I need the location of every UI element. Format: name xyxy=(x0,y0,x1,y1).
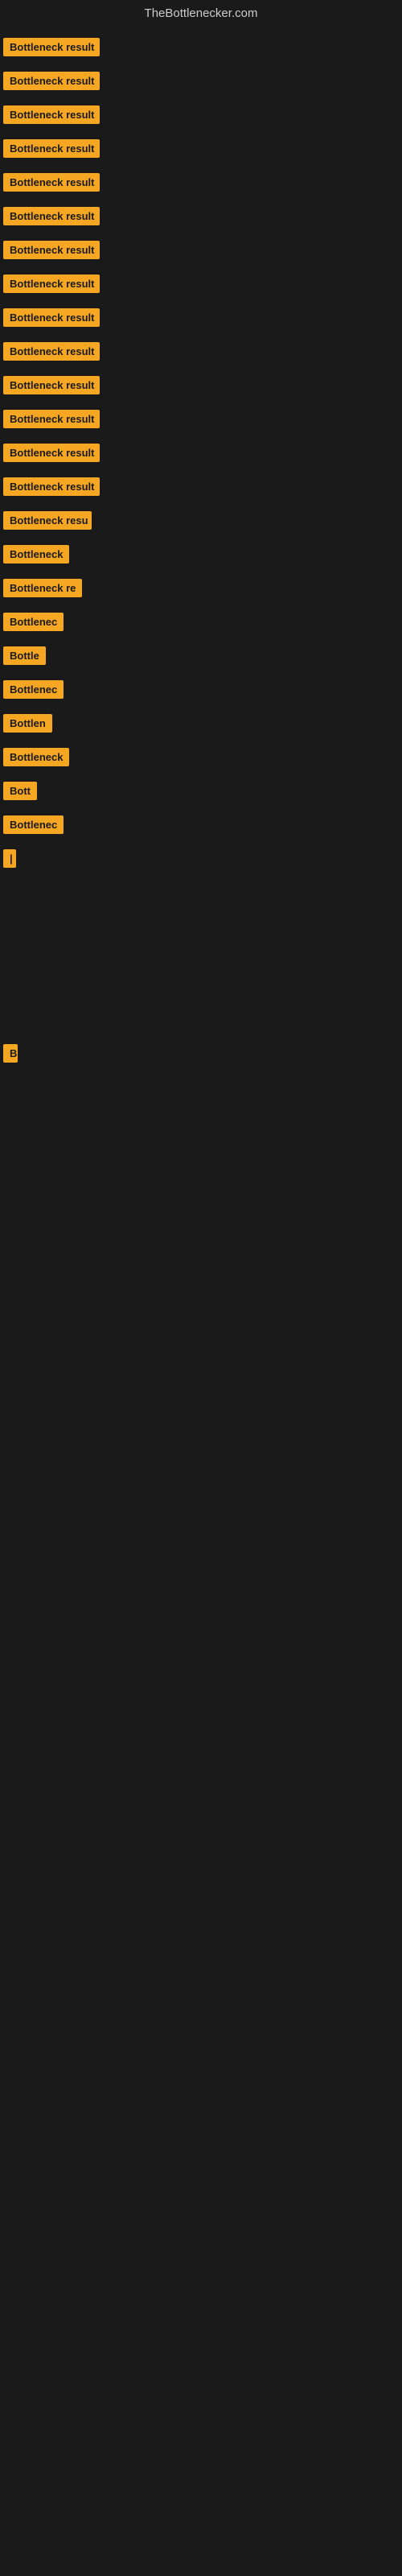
bottleneck-badge[interactable]: Bottleneck result xyxy=(3,241,100,259)
bottleneck-badge[interactable]: Bott xyxy=(3,782,37,800)
bottleneck-badge[interactable]: Bottleneck result xyxy=(3,173,100,192)
bottleneck-badge[interactable]: Bottleneck result xyxy=(3,410,100,428)
site-header: TheBottlenecker.com xyxy=(0,0,402,30)
list-item: Bottleneck xyxy=(0,540,402,572)
list-item: Bottleneck result xyxy=(0,439,402,471)
spacer-1 xyxy=(0,878,402,1039)
bottleneck-badge[interactable]: Bottleneck result xyxy=(3,342,100,361)
spacer-2 xyxy=(0,1071,402,1554)
bottleneck-badge[interactable]: Bottleneck result xyxy=(3,38,100,56)
list-item: Bottleneck re xyxy=(0,574,402,606)
bottleneck-badge[interactable]: Bottleneck re xyxy=(3,579,82,597)
list-item: Bott xyxy=(0,777,402,809)
bottleneck-badge[interactable]: Bottlenec xyxy=(3,815,64,834)
page-container: TheBottlenecker.com Bottleneck result Bo… xyxy=(0,0,402,1554)
list-item: Bottlenec xyxy=(0,675,402,708)
site-name: TheBottlenecker.com xyxy=(145,6,258,20)
bottleneck-badge[interactable]: Bottleneck xyxy=(3,748,69,766)
list-item: Bottleneck result xyxy=(0,134,402,167)
list-item: Bottleneck result xyxy=(0,337,402,369)
list-item: Bottleneck result xyxy=(0,371,402,403)
list-item: Bottlenec xyxy=(0,608,402,640)
list-item: Bottleneck result xyxy=(0,168,402,200)
bottleneck-badge[interactable]: Bottleneck xyxy=(3,545,69,564)
bottleneck-badge[interactable]: Bottleneck result xyxy=(3,308,100,327)
list-item: Bottleneck result xyxy=(0,473,402,505)
bottleneck-badge[interactable]: Bottlenec xyxy=(3,613,64,631)
list-item: Bottleneck result xyxy=(0,33,402,65)
list-item: Bottlenec xyxy=(0,811,402,843)
bottom-badge[interactable]: B xyxy=(3,1044,18,1063)
bottom-list-item: B xyxy=(0,1039,402,1071)
list-item: Bottleneck result xyxy=(0,303,402,336)
list-item: Bottleneck xyxy=(0,743,402,775)
list-item: Bottlen xyxy=(0,709,402,741)
bottleneck-badge[interactable]: Bottleneck result xyxy=(3,275,100,293)
list-item: Bottleneck resu xyxy=(0,506,402,539)
bottleneck-badge[interactable]: Bottleneck result xyxy=(3,477,100,496)
bottleneck-badge[interactable]: Bottleneck resu xyxy=(3,511,92,530)
bottleneck-badge[interactable]: Bottleneck result xyxy=(3,444,100,462)
list-item: Bottleneck result xyxy=(0,405,402,437)
list-item: Bottle xyxy=(0,642,402,674)
list-item: Bottleneck result xyxy=(0,101,402,133)
bottleneck-badge[interactable]: | xyxy=(3,849,16,868)
list-item: Bottleneck result xyxy=(0,270,402,302)
bottleneck-badge[interactable]: Bottlen xyxy=(3,714,52,733)
list-item: Bottleneck result xyxy=(0,67,402,99)
items-container: Bottleneck result Bottleneck result Bott… xyxy=(0,30,402,877)
list-item: Bottleneck result xyxy=(0,202,402,234)
bottleneck-badge[interactable]: Bottle xyxy=(3,646,46,665)
list-item: | xyxy=(0,844,402,877)
bottleneck-badge[interactable]: Bottleneck result xyxy=(3,376,100,394)
bottleneck-badge[interactable]: Bottleneck result xyxy=(3,105,100,124)
bottleneck-badge[interactable]: Bottleneck result xyxy=(3,139,100,158)
list-item: Bottleneck result xyxy=(0,236,402,268)
bottleneck-badge[interactable]: Bottlenec xyxy=(3,680,64,699)
bottleneck-badge[interactable]: Bottleneck result xyxy=(3,72,100,90)
bottleneck-badge[interactable]: Bottleneck result xyxy=(3,207,100,225)
